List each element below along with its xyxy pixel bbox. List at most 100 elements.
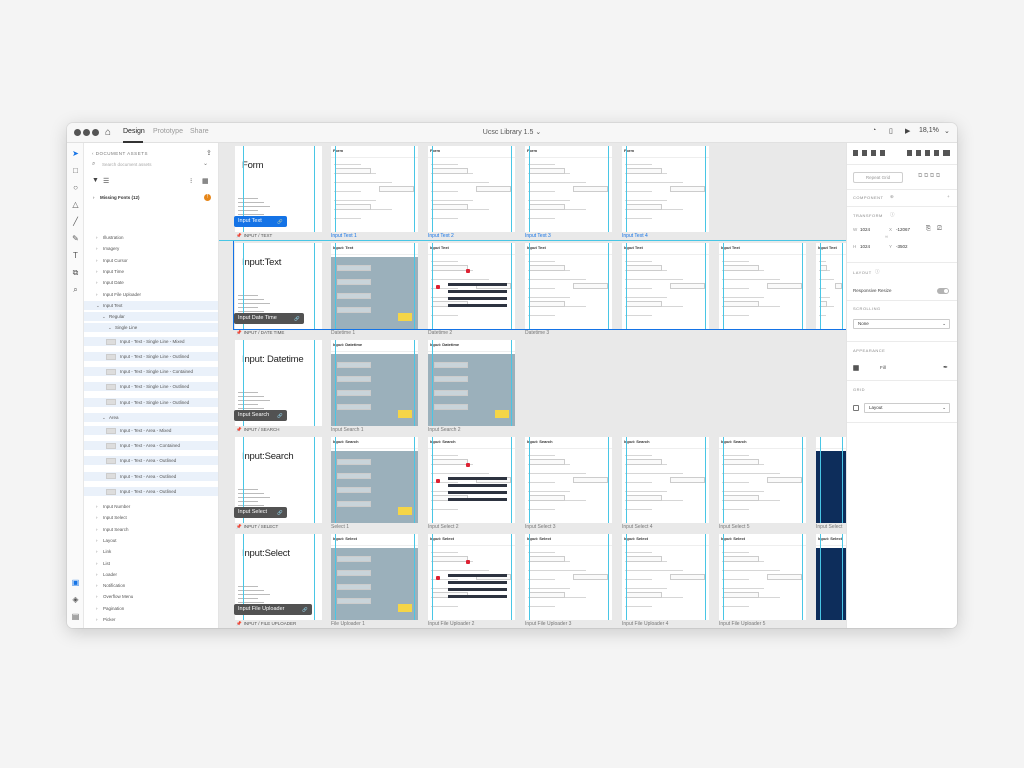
asset-group[interactable]: › Notification xyxy=(96,581,125,590)
sort-icon[interactable]: ☰ xyxy=(103,177,109,185)
asset-group[interactable]: › Imagery xyxy=(96,244,119,253)
component-item[interactable]: Input - Text - Single Line - Outlined xyxy=(84,397,218,407)
rectangle-tool-icon[interactable]: □ xyxy=(70,165,81,176)
lock-aspect-icon[interactable]: ∞ xyxy=(885,234,888,239)
flip-icon[interactable]: ⎚ xyxy=(937,226,942,233)
user-icon[interactable]: ◔ xyxy=(872,127,876,134)
artboard[interactable]: Input: Select xyxy=(428,534,515,620)
zoom-tool-icon[interactable]: ⌕ xyxy=(70,284,81,295)
select-tool-icon[interactable]: ➤ xyxy=(70,148,81,159)
asset-group[interactable]: › Overflow Menu xyxy=(96,592,133,601)
artboard[interactable]: Input: Search xyxy=(719,437,806,523)
asset-group[interactable]: › Input Date xyxy=(96,278,124,287)
asset-group[interactable]: › Loader xyxy=(96,570,117,579)
search-assets-input[interactable]: ⌕ Search document assets ⌄ xyxy=(92,160,212,169)
asset-group[interactable]: › Input Time xyxy=(96,267,124,276)
artboard[interactable]: Input: Select xyxy=(622,534,709,620)
artboard[interactable]: Input: Search xyxy=(622,437,709,523)
component-badge[interactable]: Input Text 🔗 xyxy=(234,216,287,227)
component-item[interactable]: Input - Text - Single Line - Mixed xyxy=(84,336,218,346)
width-field[interactable]: 1024 xyxy=(860,225,870,234)
filter-icon[interactable]: ▼ xyxy=(92,177,99,184)
component-badge[interactable]: Input Select 🔗 xyxy=(234,507,287,518)
asset-group[interactable]: › Input Select xyxy=(96,513,127,522)
responsive-resize-toggle[interactable] xyxy=(937,288,949,294)
artboard[interactable]: Input: Select xyxy=(525,534,612,620)
component-item[interactable]: Input - Text - Area - Outlined xyxy=(84,471,218,481)
artboard[interactable]: Form xyxy=(428,146,515,232)
height-field[interactable]: 1024 xyxy=(860,242,870,251)
align-center-icon[interactable] xyxy=(862,150,867,156)
grid-view-icon[interactable]: ▦ xyxy=(202,177,209,185)
scrolling-select[interactable]: None ⌄ xyxy=(853,319,950,329)
grid-checkbox[interactable] xyxy=(853,405,859,411)
asset-group[interactable]: ⌄ Input Text xyxy=(84,300,218,310)
artboard[interactable]: Form xyxy=(622,146,709,232)
asset-group[interactable]: › Layout xyxy=(96,536,117,545)
artboard[interactable]: Input: Select xyxy=(719,534,806,620)
component-item[interactable]: Input - Text - Single Line - Contained xyxy=(84,367,218,377)
play-icon[interactable]: ▶ xyxy=(905,127,910,135)
link-icon[interactable]: 🔗 xyxy=(277,216,283,227)
asset-subgroup[interactable]: ⌄ Regular xyxy=(84,312,218,322)
link-icon[interactable]: 🔗 xyxy=(277,410,283,421)
document-title[interactable]: Ucsc Library 1.5 ⌄ xyxy=(67,128,957,136)
component-badge[interactable]: Input File Uploader 🔗 xyxy=(234,604,312,615)
repeat-grid-button[interactable]: Repeat Grid xyxy=(853,172,903,183)
asset-group[interactable]: › Input Number xyxy=(96,502,130,511)
distribute-horizontal-icon[interactable] xyxy=(943,150,950,156)
ellipse-tool-icon[interactable]: ○ xyxy=(70,182,81,193)
design-canvas[interactable]: Form Input Text 🔗 📌 INPUT / TEXT Form Input Te… xyxy=(219,143,846,628)
boolean-icons[interactable]: ⧉ ⧉ ⧉ ⧉ xyxy=(918,173,940,180)
component-item[interactable]: Input - Text - Area - Outlined xyxy=(84,456,218,466)
artboard[interactable]: Input: Search xyxy=(331,437,418,523)
link-icon[interactable]: 🔗 xyxy=(302,604,308,615)
component-item[interactable]: Input - Text - Area - Contained xyxy=(84,441,218,451)
artboard[interactable]: Input: Select xyxy=(331,534,418,620)
chevron-left-icon[interactable]: ‹ xyxy=(92,151,94,156)
eyedropper-icon[interactable]: ✒ xyxy=(943,364,948,371)
plugins-panel-icon[interactable]: ▤ xyxy=(70,611,81,622)
list-view-icon[interactable]: ⁝ xyxy=(190,177,192,185)
layers-panel-icon[interactable]: ◈ xyxy=(70,594,81,605)
component-item[interactable]: Input - Text - Single Line - Outlined xyxy=(84,351,218,361)
align-middle-icon[interactable] xyxy=(916,150,921,156)
zoom-chevron-icon[interactable]: ⌄ xyxy=(944,127,950,135)
asset-group[interactable]: › Link xyxy=(96,547,111,556)
artboard[interactable]: Input: Search xyxy=(525,437,612,523)
missing-fonts[interactable]: › Missing Fonts (12) xyxy=(93,195,140,200)
artboard[interactable]: Input: Datetime xyxy=(331,340,418,426)
pen-tool-icon[interactable]: ✎ xyxy=(70,233,81,244)
asset-group[interactable]: › Input Search xyxy=(96,525,129,534)
asset-group[interactable]: › Input File Uploader xyxy=(96,290,141,299)
zoom-level[interactable]: 18,1% xyxy=(919,127,939,134)
component-item[interactable]: Input - Text - Area - Outlined xyxy=(84,486,218,496)
component-add-icon[interactable]: ⊕ xyxy=(890,194,894,200)
text-tool-icon[interactable]: T xyxy=(70,250,81,261)
fill-checkbox[interactable] xyxy=(853,365,859,371)
link-icon[interactable]: 🔗 xyxy=(277,507,283,518)
artboard[interactable]: Form xyxy=(525,146,612,232)
asset-group[interactable]: ›Pushers xyxy=(96,626,120,628)
align-right-icon[interactable] xyxy=(871,150,876,156)
distribute-icon[interactable] xyxy=(880,150,885,156)
asset-group[interactable]: › Input Cursor xyxy=(96,256,128,265)
rotate-icon[interactable]: ⎘ xyxy=(926,226,931,233)
upload-icon[interactable]: ⇪ xyxy=(206,149,212,157)
asset-subgroup[interactable]: ⌄ Single Line xyxy=(84,323,218,333)
component-item[interactable]: Input - Text - Single Line - Outlined xyxy=(84,382,218,392)
artboard[interactable]: Input: Search xyxy=(428,437,515,523)
x-field[interactable]: -12067 xyxy=(896,225,910,234)
asset-subgroup[interactable]: ⌄ Area xyxy=(84,412,218,422)
asset-group[interactable]: › Picker xyxy=(96,615,116,624)
artboard[interactable]: Input: Datetime xyxy=(428,340,515,426)
align-left-icon[interactable] xyxy=(853,150,858,156)
asset-group[interactable]: › Illustration xyxy=(96,233,124,242)
search-dropdown-icon[interactable]: ⌄ xyxy=(203,160,208,169)
line-tool-icon[interactable]: ╱ xyxy=(70,216,81,227)
artboard-tool-icon[interactable]: ⧉ xyxy=(70,267,81,278)
align-top-icon[interactable] xyxy=(907,150,912,156)
align-bottom-icon[interactable] xyxy=(925,150,930,156)
polygon-tool-icon[interactable]: △ xyxy=(70,199,81,210)
asset-group[interactable]: › List xyxy=(96,559,110,568)
